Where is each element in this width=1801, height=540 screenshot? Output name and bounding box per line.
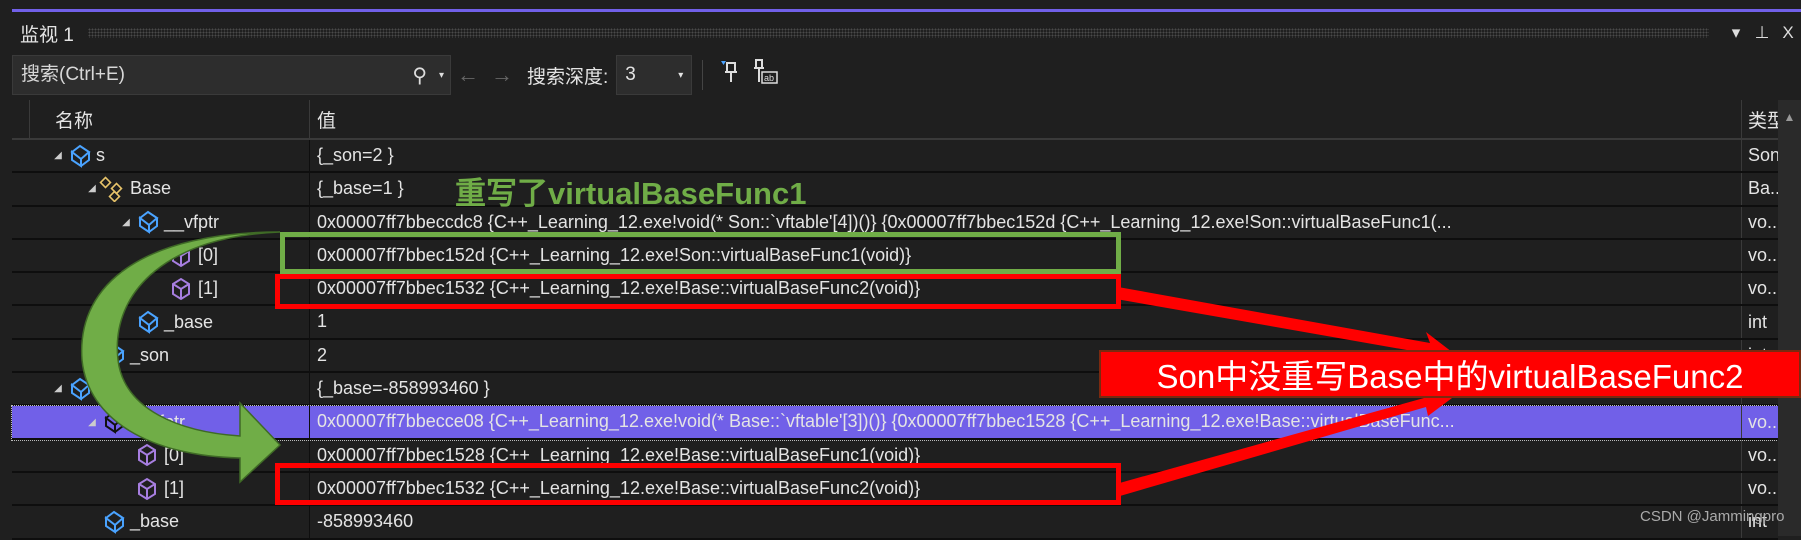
red-arrow-lower xyxy=(1116,388,1452,496)
red-highlight-box-base-func2 xyxy=(275,463,1121,505)
watermark: CSDN @Jammingpro xyxy=(1640,508,1785,525)
green-curved-arrow xyxy=(80,231,282,484)
annotation-not-overridden-func2: Son中没重写Base中的virtualBaseFunc2 xyxy=(1099,350,1801,398)
green-highlight-box xyxy=(280,232,1121,274)
red-highlight-box-son-func2 xyxy=(275,274,1121,309)
annotation-overridden-func1: 重写了virtualBaseFunc1 xyxy=(455,176,807,211)
